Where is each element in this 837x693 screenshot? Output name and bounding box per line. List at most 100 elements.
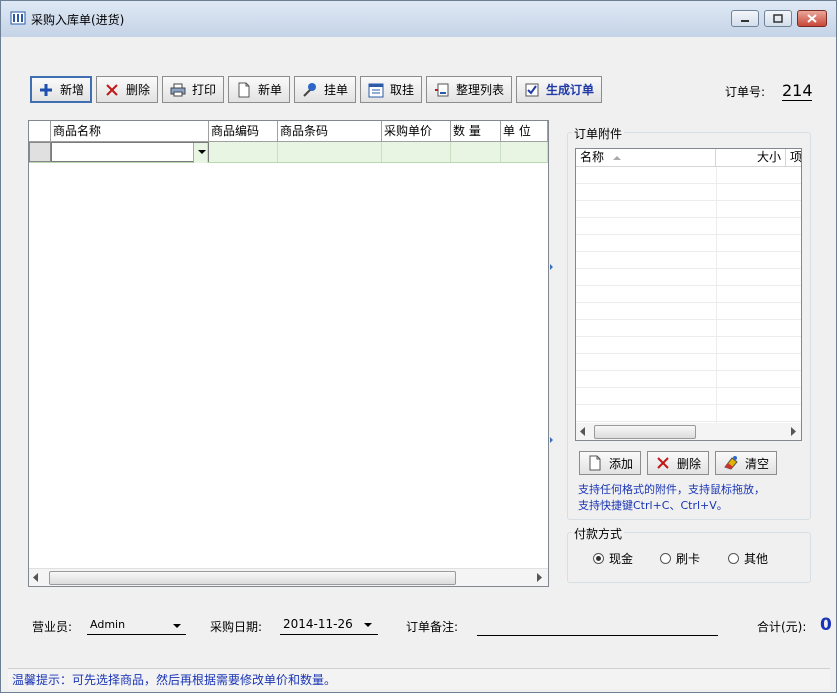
- chevron-down-icon: [198, 150, 206, 154]
- attachments-horizontal-scrollbar[interactable]: [576, 423, 801, 440]
- table-row[interactable]: [29, 142, 548, 163]
- col-header[interactable]: 单 位: [501, 121, 548, 141]
- radio-unchecked-icon: [728, 553, 739, 564]
- new-doc-label: 新单: [257, 83, 282, 97]
- sort-asc-icon: [612, 156, 621, 160]
- attach-col-size[interactable]: 大小: [716, 149, 786, 166]
- close-button[interactable]: [797, 10, 827, 27]
- product-grid[interactable]: 商品名称 商品编码 商品条码 采购单价 数 量 单 位: [28, 120, 549, 587]
- fetch-hung-button[interactable]: 取挂: [360, 76, 422, 103]
- remark-input[interactable]: [477, 615, 718, 636]
- minimize-button[interactable]: [731, 10, 759, 27]
- row-header-corner: [29, 121, 51, 141]
- attach-clear-label: 清空: [744, 456, 769, 471]
- delete-x-icon: [657, 457, 669, 469]
- title-bar: 采购入库单(进货): [1, 1, 836, 37]
- payment-card-radio[interactable]: 刷卡: [660, 550, 700, 567]
- salesman-value: Admin: [90, 618, 126, 631]
- plus-icon: [39, 83, 52, 96]
- delete-label: 删除: [125, 83, 150, 97]
- grid-cell[interactable]: [382, 142, 451, 162]
- status-tip: 温馨提示：可先选择商品，然后再根据需要修改单价和数量。: [12, 673, 337, 687]
- minimize-icon: [741, 20, 749, 22]
- attach-col-item[interactable]: 项: [786, 149, 801, 166]
- close-icon: [807, 14, 817, 23]
- chevron-down-icon: [364, 623, 372, 627]
- printer-icon: [170, 83, 186, 96]
- attachments-rows: [576, 167, 801, 423]
- add-label: 新增: [59, 83, 84, 97]
- scroll-right-icon[interactable]: [789, 427, 797, 436]
- calendar-icon: [368, 83, 384, 97]
- checkbox-icon: [525, 83, 539, 96]
- payment-cash-radio[interactable]: 现金: [593, 550, 633, 567]
- order-no-label: 订单号:: [725, 85, 766, 99]
- col-header[interactable]: 商品名称: [51, 121, 209, 141]
- col-header[interactable]: 商品编码: [209, 121, 278, 141]
- dropdown-arrow-button[interactable]: [193, 143, 208, 163]
- document-icon: [589, 455, 601, 471]
- grid-header: 商品名称 商品编码 商品条码 采购单价 数 量 单 位: [29, 121, 548, 142]
- grid-cell[interactable]: [209, 142, 278, 162]
- radio-unchecked-icon: [660, 553, 671, 564]
- col-header[interactable]: 商品条码: [278, 121, 382, 141]
- delete-x-icon: [106, 83, 118, 96]
- grid-cell[interactable]: [451, 142, 501, 162]
- payment-cash-label: 现金: [609, 552, 634, 566]
- attach-clear-button[interactable]: 清空: [715, 451, 777, 475]
- order-no-value: 214: [782, 81, 812, 101]
- payment-group-title: 付款方式: [572, 525, 625, 542]
- attach-add-label: 添加: [608, 456, 633, 471]
- chevron-down-icon: [173, 624, 181, 628]
- arrange-list-label: 整理列表: [455, 83, 504, 97]
- hint-line-2: 支持快捷键Ctrl+C、Ctrl+V。: [578, 499, 728, 512]
- attach-delete-button[interactable]: 删除: [647, 451, 709, 475]
- grid-cell[interactable]: [278, 142, 382, 162]
- arrange-list-button[interactable]: 整理列表: [426, 76, 512, 103]
- splitter-handle[interactable]: [549, 261, 554, 446]
- scroll-left-icon[interactable]: [579, 427, 587, 436]
- date-picker[interactable]: 2014-11-26: [280, 615, 378, 635]
- salesman-select[interactable]: Admin: [87, 616, 186, 635]
- generate-order-button[interactable]: 生成订单: [516, 76, 602, 103]
- remark-label: 订单备注:: [406, 620, 459, 634]
- attachments-header: 名称 大小 项: [576, 149, 801, 167]
- date-value: 2014-11-26: [283, 617, 353, 631]
- print-label: 打印: [191, 83, 216, 97]
- grid-horizontal-scrollbar[interactable]: [29, 568, 548, 586]
- window-title: 采购入库单(进货): [31, 13, 125, 27]
- column-divider: [716, 167, 717, 423]
- splitter-arrow-icon: [550, 264, 553, 443]
- scroll-thumb[interactable]: [594, 425, 696, 439]
- delete-button[interactable]: 删除: [96, 76, 158, 103]
- hang-button[interactable]: 挂单: [294, 76, 356, 103]
- print-button[interactable]: 打印: [162, 76, 224, 103]
- eraser-icon: [724, 456, 738, 470]
- product-name-combo[interactable]: [51, 142, 209, 163]
- row-selector[interactable]: [29, 142, 51, 162]
- hang-label: 挂单: [323, 83, 348, 97]
- attach-delete-label: 删除: [676, 456, 701, 471]
- col-header[interactable]: 数 量: [451, 121, 501, 141]
- scroll-thumb[interactable]: [49, 571, 456, 585]
- attachments-list[interactable]: 名称 大小 项: [575, 148, 802, 441]
- new-doc-button[interactable]: 新单: [228, 76, 290, 103]
- payment-other-radio[interactable]: 其他: [728, 550, 768, 567]
- main-window: 采购入库单(进货) 新增 删除 打印 新单 挂单 取挂 整理列表 生成订单 订单…: [0, 0, 837, 693]
- document-icon: [238, 82, 250, 97]
- maximize-button[interactable]: [764, 10, 792, 27]
- generate-order-label: 生成订单: [545, 83, 594, 97]
- attachments-group-title: 订单附件: [572, 125, 625, 142]
- date-label: 采购日期:: [210, 620, 263, 634]
- radio-checked-icon: [593, 553, 604, 564]
- scroll-right-icon[interactable]: [535, 573, 543, 582]
- add-button[interactable]: 新增: [30, 76, 92, 103]
- col-header[interactable]: 采购单价: [382, 121, 451, 141]
- app-icon: [10, 11, 26, 25]
- payment-card-label: 刷卡: [676, 552, 701, 566]
- scroll-left-icon[interactable]: [32, 573, 40, 582]
- attach-add-button[interactable]: 添加: [579, 451, 641, 475]
- attach-col-name[interactable]: 名称: [576, 149, 716, 166]
- grid-cell[interactable]: [501, 142, 548, 162]
- fetch-hung-label: 取挂: [389, 83, 414, 97]
